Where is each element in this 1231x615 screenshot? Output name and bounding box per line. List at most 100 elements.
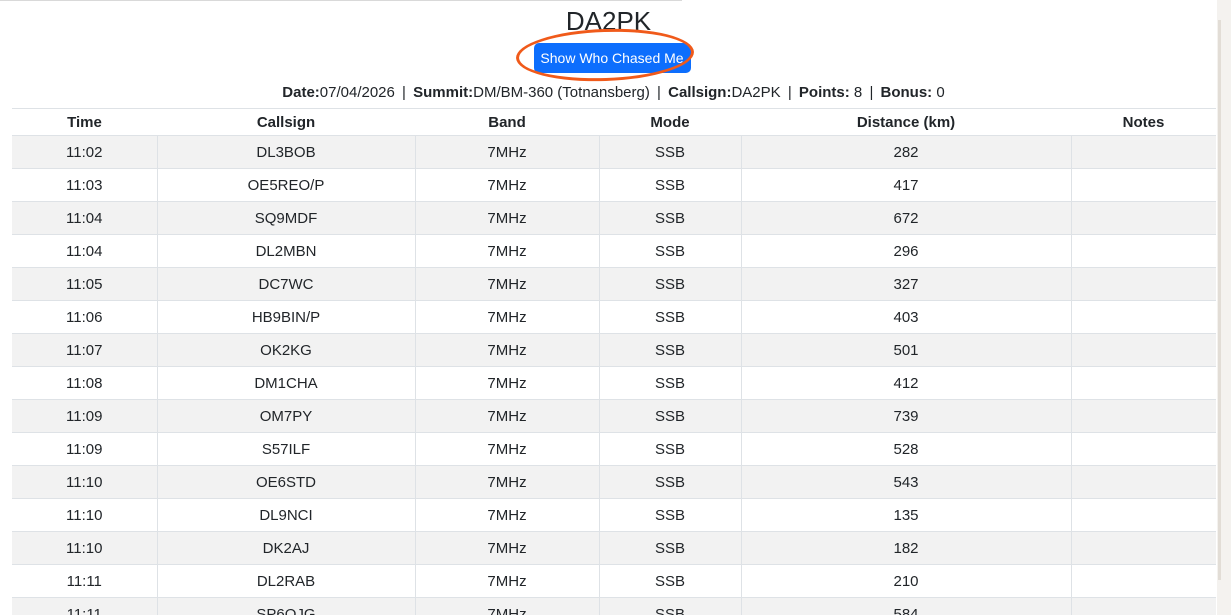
distance-cell: 501 <box>740 333 1071 367</box>
table-row: 11:03 OE5REO/P 7MHz SSB 417 <box>12 168 1216 202</box>
band-cell: 7MHz <box>414 333 599 367</box>
column-header-notes: Notes <box>1071 109 1216 136</box>
time-cell: 11:11 <box>12 597 157 615</box>
notes-cell <box>1070 234 1216 268</box>
band-cell: 7MHz <box>414 135 599 169</box>
mode-cell: SSB <box>598 432 741 466</box>
distance-cell: 403 <box>740 300 1071 334</box>
table-row: 11:07 OK2KG 7MHz SSB 501 <box>12 333 1216 367</box>
band-cell: 7MHz <box>414 564 599 598</box>
band-cell: 7MHz <box>414 498 599 532</box>
mode-cell: SSB <box>598 168 741 202</box>
distance-cell: 528 <box>740 432 1071 466</box>
notes-cell <box>1070 432 1216 466</box>
column-header-band: Band <box>415 109 599 136</box>
time-cell: 11:10 <box>12 498 157 532</box>
mode-cell: SSB <box>598 531 741 565</box>
mode-cell: SSB <box>598 135 741 169</box>
separator: | <box>657 84 661 101</box>
distance-cell: 672 <box>740 201 1071 235</box>
mode-cell: SSB <box>598 465 741 499</box>
notes-cell <box>1070 201 1216 235</box>
mode-cell: SSB <box>598 399 741 433</box>
mode-cell: SSB <box>598 201 741 235</box>
band-cell: 7MHz <box>414 366 599 400</box>
notes-cell <box>1070 531 1216 565</box>
band-cell: 7MHz <box>414 432 599 466</box>
notes-cell <box>1070 168 1216 202</box>
bonus-label: Bonus: <box>880 84 933 101</box>
mode-cell: SSB <box>598 597 741 615</box>
callsign-label: Callsign: <box>668 84 732 101</box>
notes-cell <box>1070 135 1216 169</box>
column-header-time: Time <box>12 109 157 136</box>
distance-cell: 296 <box>740 234 1071 268</box>
time-cell: 11:06 <box>12 300 157 334</box>
table-row: 11:10 OE6STD 7MHz SSB 543 <box>12 465 1216 499</box>
notes-cell <box>1070 597 1216 615</box>
time-cell: 11:07 <box>12 333 157 367</box>
callsign-cell: OM7PY <box>156 399 415 433</box>
notes-cell <box>1070 366 1216 400</box>
distance-cell: 412 <box>740 366 1071 400</box>
show-who-chased-me-button[interactable]: Show Who Chased Me <box>533 43 691 73</box>
table-row: 11:10 DL9NCI 7MHz SSB 135 <box>12 498 1216 532</box>
notes-cell <box>1070 333 1216 367</box>
table-row: 11:02 DL3BOB 7MHz SSB 282 <box>12 135 1216 169</box>
callsign-cell: DC7WC <box>156 267 415 301</box>
table-row: 11:04 DL2MBN 7MHz SSB 296 <box>12 234 1216 268</box>
callsign-cell: DL3BOB <box>156 135 415 169</box>
callsign-cell: OK2KG <box>156 333 415 367</box>
mode-cell: SSB <box>598 333 741 367</box>
band-cell: 7MHz <box>414 465 599 499</box>
table-row: 11:04 SQ9MDF 7MHz SSB 672 <box>12 201 1216 235</box>
distance-cell: 327 <box>740 267 1071 301</box>
callsign-cell: S57ILF <box>156 432 415 466</box>
callsign-cell: SQ9MDF <box>156 201 415 235</box>
header: DA2PK Show Who Chased Me <box>0 4 1217 90</box>
notes-cell <box>1070 498 1216 532</box>
table-row: 11:11 DL2RAB 7MHz SSB 210 <box>12 564 1216 598</box>
separator: | <box>787 84 792 101</box>
time-cell: 11:10 <box>12 465 157 499</box>
band-cell: 7MHz <box>414 234 599 268</box>
time-cell: 11:03 <box>12 168 157 202</box>
mode-cell: SSB <box>598 498 741 532</box>
table-header-row: Time Callsign Band Mode Distance (km) No… <box>12 109 1216 136</box>
table-row: 11:11 SP6OJG 7MHz SSB 584 <box>12 597 1216 615</box>
notes-cell <box>1070 300 1216 334</box>
band-cell: 7MHz <box>414 300 599 334</box>
notes-cell <box>1070 267 1216 301</box>
notes-cell <box>1070 399 1216 433</box>
mode-cell: SSB <box>598 267 741 301</box>
date-label: Date: <box>282 84 320 101</box>
separator: | <box>402 84 406 101</box>
distance-cell: 135 <box>740 498 1071 532</box>
bonus-value: 0 <box>936 84 945 101</box>
distance-cell: 584 <box>740 597 1071 615</box>
time-cell: 11:10 <box>12 531 157 565</box>
distance-cell: 543 <box>740 465 1071 499</box>
column-header-distance: Distance (km) <box>741 109 1071 136</box>
page-title: DA2PK <box>565 6 652 36</box>
mode-cell: SSB <box>598 366 741 400</box>
callsign-cell: HB9BIN/P <box>156 300 415 334</box>
column-header-callsign: Callsign <box>157 109 415 136</box>
column-header-mode: Mode <box>599 109 741 136</box>
summit-value: DM/BM-360 (Totnansberg) <box>473 84 650 101</box>
time-cell: 11:09 <box>12 432 157 466</box>
window-edge <box>1217 0 1231 615</box>
callsign-cell: DL2MBN <box>156 234 415 268</box>
activation-info: Date:07/04/2026 | Summit:DM/BM-360 (Totn… <box>0 83 1227 103</box>
distance-cell: 182 <box>740 531 1071 565</box>
callsign-cell: OE5REO/P <box>156 168 415 202</box>
time-cell: 11:11 <box>12 564 157 598</box>
date-value: 07/04/2026 <box>319 84 395 101</box>
scrollbar[interactable] <box>1218 20 1221 580</box>
table-row: 11:10 DK2AJ 7MHz SSB 182 <box>12 531 1216 565</box>
distance-cell: 282 <box>740 135 1071 169</box>
table-row: 11:05 DC7WC 7MHz SSB 327 <box>12 267 1216 301</box>
points-value: 8 <box>853 84 863 101</box>
time-cell: 11:05 <box>12 267 157 301</box>
time-cell: 11:02 <box>12 135 157 169</box>
